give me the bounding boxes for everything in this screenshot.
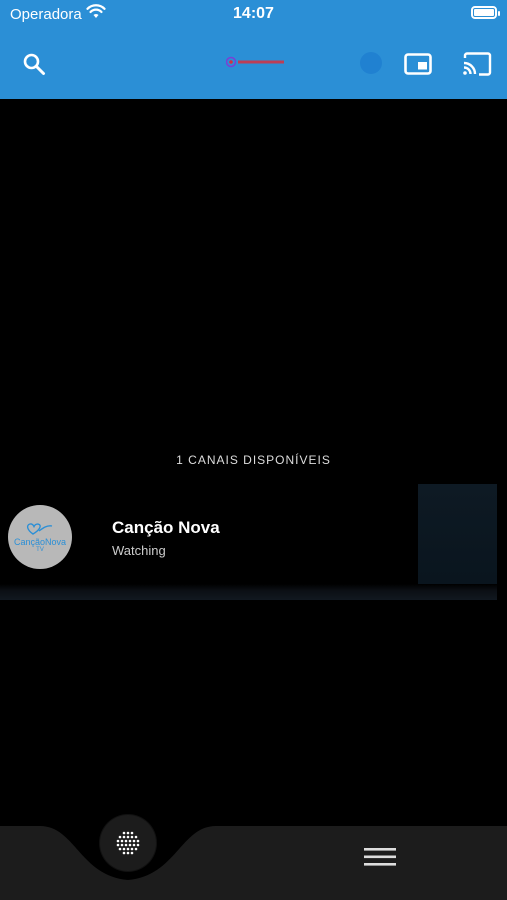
channel-name: Canção Nova bbox=[112, 518, 220, 537]
status-bar: Operadora 14:07 bbox=[0, 0, 507, 30]
menu-icon bbox=[364, 848, 396, 866]
channel-logo: CançãoNova TV bbox=[8, 505, 72, 569]
battery-icon bbox=[471, 6, 500, 19]
clock: 14:07 bbox=[233, 5, 274, 22]
channel-logo-text: CançãoNova bbox=[13, 536, 67, 547]
cast-button[interactable] bbox=[460, 50, 494, 78]
search-button[interactable] bbox=[18, 48, 50, 80]
channel-logo-sub: TV bbox=[36, 546, 44, 553]
picture-in-picture-icon bbox=[404, 53, 432, 75]
heart-logo-icon bbox=[26, 522, 53, 535]
channel-status: Watching bbox=[112, 543, 166, 558]
picture-in-picture-button[interactable] bbox=[402, 50, 434, 78]
app-logo bbox=[226, 56, 284, 68]
cast-status-icon[interactable] bbox=[360, 52, 382, 74]
row-highlight bbox=[418, 484, 497, 600]
bottom-nav-bar bbox=[0, 826, 507, 900]
channel-count: 1 CANAIS DISPONÍVEIS bbox=[176, 453, 331, 467]
app-bar bbox=[0, 30, 507, 99]
row-divider bbox=[0, 584, 497, 600]
keypad-icon bbox=[116, 831, 140, 855]
channel-list-item[interactable]: CançãoNova TV Canção Nova Watching bbox=[0, 484, 497, 600]
keypad-button[interactable] bbox=[100, 815, 156, 871]
cast-icon bbox=[463, 52, 492, 76]
menu-button[interactable] bbox=[362, 844, 398, 870]
search-icon bbox=[23, 53, 45, 75]
